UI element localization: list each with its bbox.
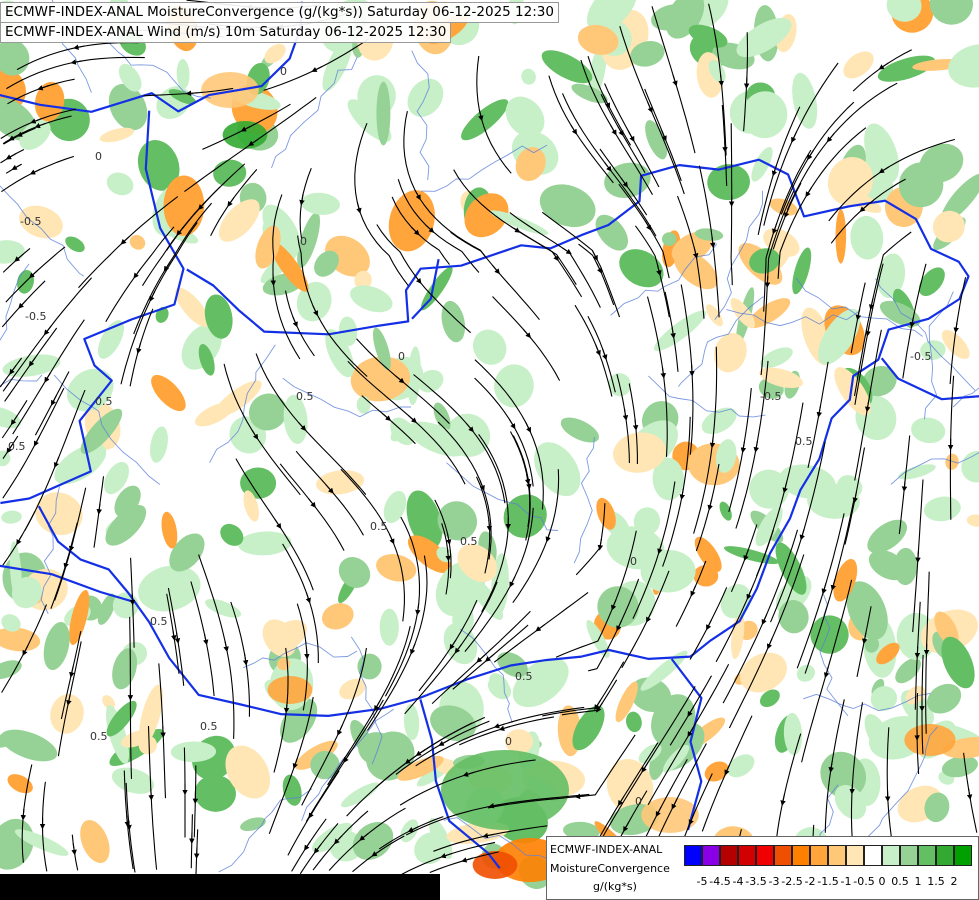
legend-swatch bbox=[702, 845, 720, 866]
map-no-data-strip bbox=[0, 874, 440, 900]
intense-area bbox=[904, 724, 956, 756]
weather-map: 000-0.5-0.50.50.50.500.50.500.50-0.50.5-… bbox=[0, 0, 979, 900]
contour-label: 0.5 bbox=[460, 535, 478, 548]
contour-label: 0 bbox=[630, 555, 637, 568]
legend-swatch bbox=[882, 845, 900, 866]
legend-swatch bbox=[846, 845, 864, 866]
intense-area bbox=[222, 121, 268, 149]
legend-model: ECMWF-INDEX-ANAL bbox=[550, 843, 663, 856]
legend-tick-label: 0.5 bbox=[891, 875, 909, 888]
legend-swatch bbox=[720, 845, 738, 866]
legend-tick-label: -1.5 bbox=[817, 875, 839, 888]
contour-label: 0.5 bbox=[90, 730, 108, 743]
color-legend: ECMWF-INDEX-ANAL MoistureConvergence g/(… bbox=[546, 836, 979, 900]
contour-label: -0.5 bbox=[760, 390, 781, 403]
legend-tick-label: -3.5 bbox=[745, 875, 767, 888]
legend-tick-label: -4.5 bbox=[709, 875, 731, 888]
contour-label: 0.5 bbox=[296, 390, 314, 403]
contour-label: 0.5 bbox=[370, 520, 388, 533]
legend-variable: MoistureConvergence bbox=[550, 862, 670, 875]
contour-label: 0.5 bbox=[200, 720, 218, 733]
legend-swatch bbox=[936, 845, 954, 866]
contour-label: 0.5 bbox=[515, 670, 533, 683]
moisture-convergence-title: ECMWF-INDEX-ANAL MoistureConvergence (g/… bbox=[0, 2, 559, 23]
legend-swatch bbox=[864, 845, 882, 866]
legend-swatch bbox=[918, 845, 936, 866]
wind-title: ECMWF-INDEX-ANAL Wind (m/s) 10m Saturday… bbox=[0, 22, 452, 43]
wind-arrow bbox=[915, 551, 921, 564]
convergence-area bbox=[379, 608, 399, 646]
legend-tick-label: -2 bbox=[804, 875, 816, 888]
contour-label: 0.5 bbox=[150, 615, 168, 628]
contour-label: 0 bbox=[95, 150, 102, 163]
legend-swatch bbox=[774, 845, 792, 866]
contour-label: 0 bbox=[280, 65, 287, 78]
legend-tick-label: -3 bbox=[768, 875, 780, 888]
legend-tick-label: -2.5 bbox=[781, 875, 803, 888]
legend-tick-label: -0.5 bbox=[853, 875, 875, 888]
legend-tick-label: 2 bbox=[950, 875, 958, 888]
legend-tick-label: -4 bbox=[732, 875, 744, 888]
contour-label: 0 bbox=[398, 350, 405, 363]
wind-arrow bbox=[849, 782, 855, 795]
legend-swatch bbox=[954, 845, 972, 866]
contour-label: -0.5 bbox=[25, 310, 46, 323]
legend-swatch bbox=[684, 845, 702, 866]
convergence-area bbox=[376, 81, 391, 146]
contour-label: 0 bbox=[300, 235, 307, 248]
contour-label: -0.5 bbox=[910, 350, 931, 363]
legend-swatch bbox=[792, 845, 810, 866]
contour-label: 0.5 bbox=[795, 435, 813, 448]
legend-swatch bbox=[810, 845, 828, 866]
wind-arrow bbox=[185, 90, 198, 97]
intense-area bbox=[472, 851, 518, 879]
legend-tick-label: -5 bbox=[696, 875, 708, 888]
wind-arrow bbox=[148, 788, 154, 801]
legend-tick-label: -1 bbox=[840, 875, 852, 888]
legend-swatches bbox=[684, 845, 972, 866]
wind-arrow bbox=[304, 647, 310, 660]
intense-area bbox=[201, 72, 259, 108]
contour-label: -0.5 bbox=[20, 215, 41, 228]
contour-label: 0 bbox=[635, 795, 642, 808]
legend-swatch bbox=[828, 845, 846, 866]
legend-swatch bbox=[756, 845, 774, 866]
legend-tick-label: 1.5 bbox=[927, 875, 945, 888]
contour-label: 0 bbox=[505, 735, 512, 748]
intense-area bbox=[441, 750, 569, 830]
legend-tick-label: 1 bbox=[914, 875, 922, 888]
contour-label: 0.5 bbox=[8, 440, 26, 453]
legend-swatch bbox=[900, 845, 918, 866]
legend-swatch bbox=[738, 845, 756, 866]
legend-tick-label: 0 bbox=[878, 875, 886, 888]
wind-arrow bbox=[764, 276, 771, 288]
wind-arrow bbox=[689, 364, 695, 377]
legend-tick-labels: -5 -4.5 -4 -3.5 -3 -2.5 -2 -1.5 -1 -0.5 0 0.5 1 1.5 2 bbox=[684, 875, 974, 889]
legend-unit: g/(kg*s) bbox=[593, 880, 637, 893]
contour-label: 0.5 bbox=[95, 395, 113, 408]
